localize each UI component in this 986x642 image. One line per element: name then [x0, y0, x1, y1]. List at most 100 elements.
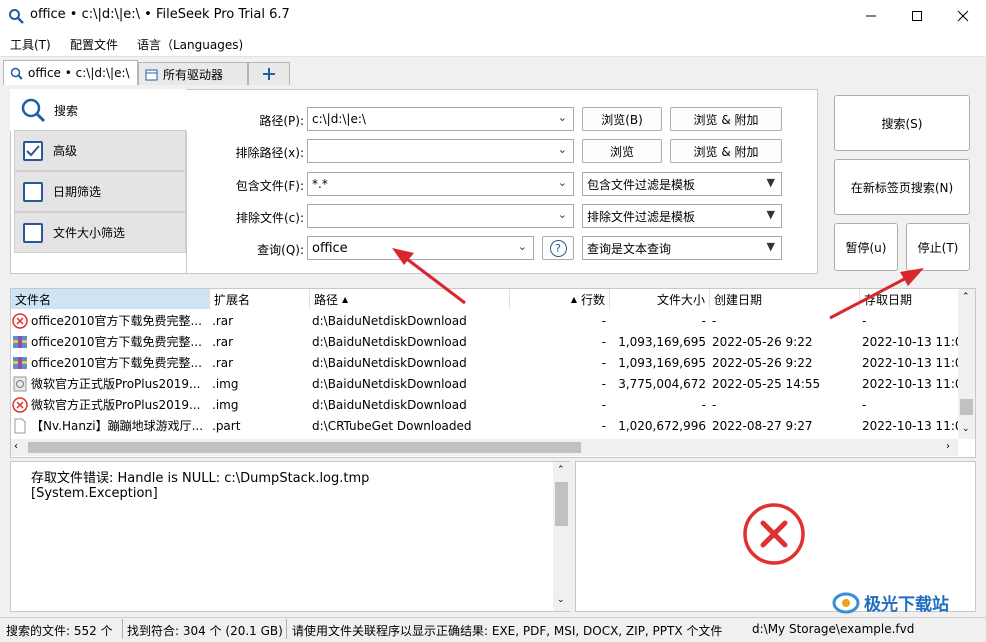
result-accessed-cell[interactable]: - — [862, 394, 958, 415]
result-ext-cell[interactable]: .img — [212, 394, 308, 415]
exclude-path-combo[interactable]: ⌄ — [307, 139, 574, 163]
result-accessed-cell[interactable]: 2022-10-13 11:0 — [862, 331, 958, 352]
query-combo[interactable]: office ⌄ — [307, 236, 534, 260]
results-vertical-scrollbar[interactable]: ⌃ ⌄ — [958, 289, 975, 439]
result-ext-cell[interactable]: .rar — [212, 352, 308, 373]
result-size-cell[interactable]: 1,093,169,695 — [610, 331, 710, 352]
scroll-up-icon[interactable]: ⌃ — [962, 292, 970, 302]
include-mode-select[interactable]: 包含文件过滤是模板 ▼ — [582, 172, 782, 196]
result-path-cell[interactable]: d:\BaiduNetdiskDownload — [312, 310, 508, 331]
scroll-left-icon[interactable]: ‹ — [14, 441, 18, 452]
result-path-cell[interactable]: d:\BaiduNetdiskDownload — [312, 394, 508, 415]
stop-button[interactable]: 停止(T) — [906, 223, 970, 271]
result-lines-cell[interactable]: - — [510, 394, 610, 415]
scroll-thumb[interactable] — [960, 399, 973, 415]
results-horizontal-scrollbar[interactable]: ‹ › — [11, 439, 958, 456]
log-scrollbar[interactable]: ⌃ ⌄ — [553, 462, 570, 611]
column-header-ext[interactable]: 扩展名 — [210, 289, 310, 309]
result-created-cell[interactable]: 2022-08-27 9:27 — [712, 415, 858, 436]
tab-office-search[interactable]: office • c:\|d:\|e:\ — [3, 60, 138, 85]
column-header-name[interactable]: 文件名 — [11, 289, 210, 309]
result-size-cell[interactable]: - — [610, 310, 710, 331]
result-lines-cell[interactable]: - — [510, 310, 610, 331]
exclude-mode-select[interactable]: 排除文件过滤是模板 ▼ — [582, 204, 782, 228]
scroll-thumb[interactable] — [555, 482, 568, 526]
query-help-button[interactable]: ? — [542, 236, 574, 260]
nav-advanced[interactable]: 高级 — [14, 130, 186, 171]
column-header-accessed[interactable]: 存取日期 — [860, 289, 958, 309]
chevron-down-icon: ⌄ — [557, 176, 567, 189]
result-size-cell[interactable]: - — [610, 394, 710, 415]
result-path-cell[interactable]: d:\BaiduNetdiskDownload — [312, 352, 508, 373]
result-accessed-cell[interactable]: 2022-10-13 11:0 — [862, 415, 958, 436]
result-name-cell[interactable]: office2010官方下载免费完整... — [12, 310, 210, 331]
result-size-cell[interactable]: 3,775,004,672 — [610, 373, 710, 394]
nav-search[interactable]: 搜索 — [10, 89, 186, 131]
scroll-up-icon[interactable]: ⌃ — [557, 465, 565, 475]
scroll-down-icon[interactable]: ⌄ — [557, 595, 565, 605]
browse-add-button-2[interactable]: 浏览 & 附加 — [670, 139, 782, 163]
result-size-cell[interactable]: 1,093,169,695 — [610, 352, 710, 373]
log-panel[interactable]: 存取文件错误: Handle is NULL: c:\DumpStack.log… — [10, 461, 570, 612]
menu-tools[interactable]: 工具(T) — [10, 36, 51, 53]
scroll-down-icon[interactable]: ⌄ — [962, 424, 970, 434]
include-mode-value: 包含文件过滤是模板 — [587, 177, 696, 192]
column-header-created[interactable]: 创建日期 — [710, 289, 860, 309]
result-name-cell[interactable]: 【Nv.Hanzi】蹦蹦地球游戏厅... — [12, 415, 210, 436]
advanced-checkbox[interactable] — [23, 140, 43, 161]
result-created-cell[interactable]: 2022-05-25 14:55 — [712, 373, 858, 394]
new-tab-search-button[interactable]: 在新标签页搜索(N) — [834, 159, 970, 215]
result-name-cell[interactable]: office2010官方下载免费完整... — [12, 352, 210, 373]
result-created-cell[interactable]: 2022-05-26 9:22 — [712, 352, 858, 373]
result-name-cell[interactable]: 微软官方正式版ProPlus2019... — [12, 394, 210, 415]
date-filter-checkbox[interactable] — [23, 181, 43, 202]
include-combo[interactable]: *.* ⌄ — [307, 172, 574, 196]
pause-button[interactable]: 暂停(u) — [834, 223, 898, 271]
result-name-cell[interactable]: 微软官方正式版ProPlus2019... — [12, 373, 210, 394]
result-lines-cell[interactable]: - — [510, 373, 610, 394]
menu-language[interactable]: 语言（Languages) — [137, 36, 243, 53]
result-accessed-cell[interactable]: 2022-10-13 11:0 — [862, 352, 958, 373]
minimize-button[interactable] — [848, 0, 894, 31]
scroll-right-icon[interactable]: › — [946, 441, 950, 452]
result-ext-cell[interactable]: .part — [212, 415, 308, 436]
query-mode-select[interactable]: 查询是文本查询 ▼ — [582, 236, 782, 260]
browse-button[interactable]: 浏览 — [582, 139, 662, 163]
result-lines-cell[interactable]: - — [510, 331, 610, 352]
menu-profile[interactable]: 配置文件 — [70, 36, 118, 53]
result-name-cell[interactable]: office2010官方下载免费完整... — [12, 331, 210, 352]
result-ext-cell[interactable]: .img — [212, 373, 308, 394]
new-tab-button[interactable] — [248, 62, 290, 85]
browse-add-button[interactable]: 浏览 & 附加 — [670, 107, 782, 131]
app-search-icon — [9, 9, 24, 24]
nav-date-filter[interactable]: 日期筛选 — [14, 171, 186, 212]
result-created-cell[interactable]: - — [712, 394, 858, 415]
result-lines-cell[interactable]: - — [510, 352, 610, 373]
path-combo[interactable]: c:\|d:\|e:\ ⌄ — [307, 107, 574, 131]
result-accessed-cell[interactable]: 2022-10-13 11:0 — [862, 373, 958, 394]
result-accessed-cell[interactable]: - — [862, 310, 958, 331]
result-path-cell[interactable]: d:\BaiduNetdiskDownload — [312, 373, 508, 394]
log-line: 存取文件错误: Handle is NULL: c:\DumpStack.log… — [31, 471, 370, 486]
result-ext-cell[interactable]: .rar — [212, 310, 308, 331]
result-size-cell[interactable]: 1,020,672,996 — [610, 415, 710, 436]
tab-all-drives[interactable]: 所有驱动器 — [138, 62, 248, 85]
maximize-button[interactable] — [894, 0, 940, 31]
column-header-path[interactable]: 路径 ▲ — [310, 289, 510, 309]
close-button[interactable] — [940, 0, 986, 31]
column-header-lines[interactable]: ▲ 行数 — [510, 289, 610, 309]
result-created-cell[interactable]: - — [712, 310, 858, 331]
result-created-cell[interactable]: 2022-05-26 9:22 — [712, 331, 858, 352]
include-label: 包含文件(F): — [235, 179, 304, 193]
size-filter-checkbox[interactable] — [23, 222, 43, 243]
exclude-file-combo[interactable]: ⌄ — [307, 204, 574, 228]
result-lines-cell[interactable]: - — [510, 415, 610, 436]
result-ext-cell[interactable]: .rar — [212, 331, 308, 352]
browse-b-button[interactable]: 浏览(B) — [582, 107, 662, 131]
column-header-size[interactable]: 文件大小 — [610, 289, 710, 309]
nav-size-filter[interactable]: 文件大小筛选 — [14, 212, 186, 253]
result-path-cell[interactable]: d:\BaiduNetdiskDownload — [312, 331, 508, 352]
result-path-cell[interactable]: d:\CRTubeGet Downloaded — [312, 415, 508, 436]
scroll-thumb-horizontal[interactable] — [28, 442, 581, 453]
search-button[interactable]: 搜索(S) — [834, 95, 970, 151]
